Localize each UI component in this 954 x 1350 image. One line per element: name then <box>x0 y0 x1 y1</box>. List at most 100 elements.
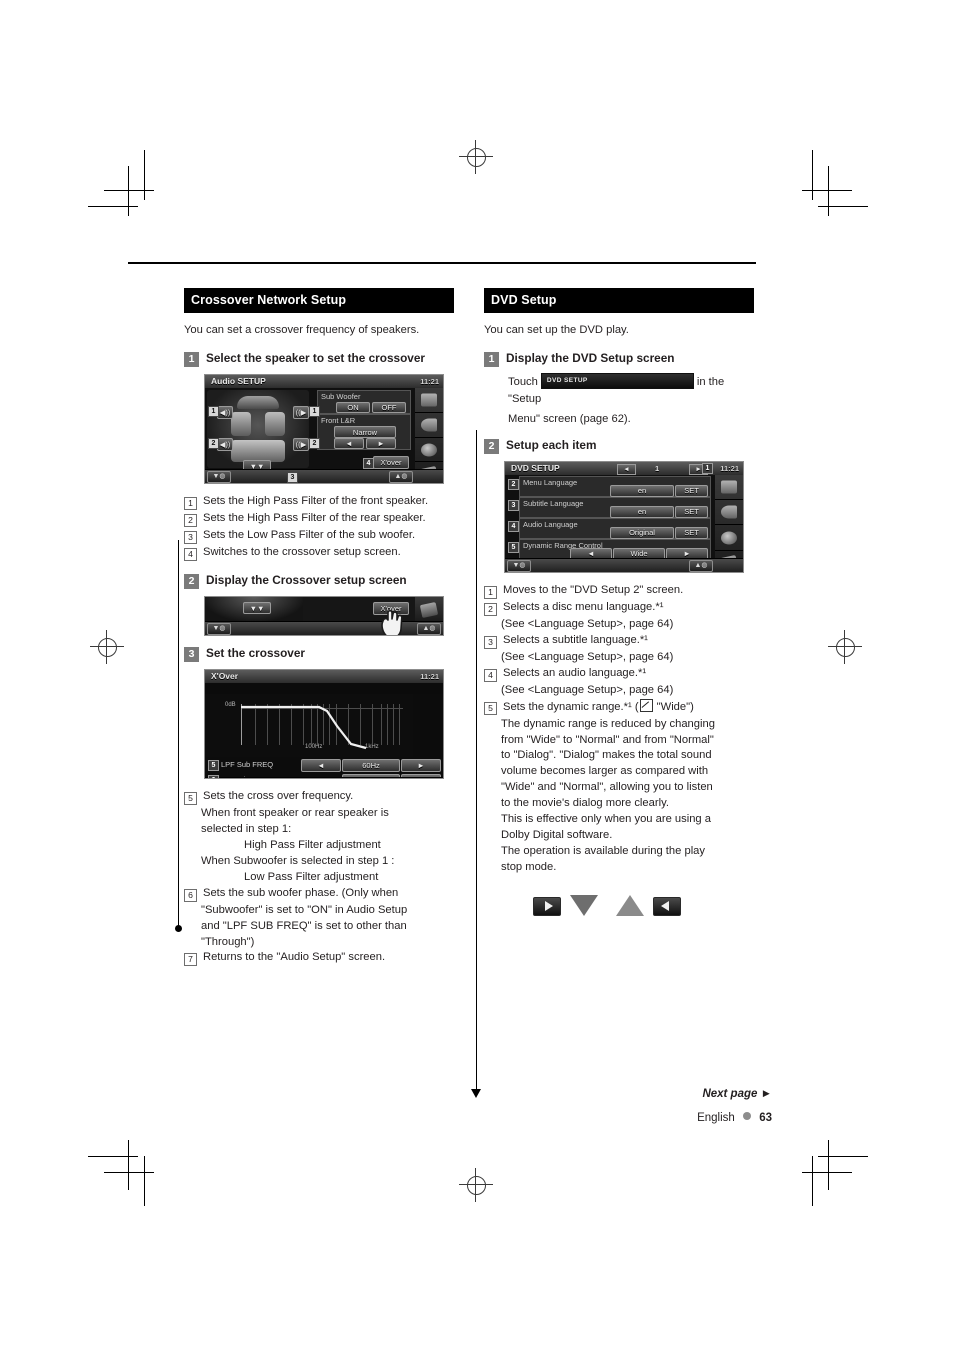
flow-line-left-end-dot <box>175 925 182 932</box>
volume-down-control[interactable]: ▼◍ <box>507 559 531 572</box>
rear-left-speaker-button[interactable]: ◀)) <box>217 438 233 452</box>
footer-page-number: 63 <box>759 1112 772 1124</box>
callout-row: 4 Selects an audio language.*¹ <box>484 666 754 682</box>
menu-language-value-text: en <box>637 486 647 496</box>
rail-icon-equalizer[interactable] <box>715 475 743 501</box>
set-label: SET <box>684 528 699 538</box>
callout-text: Sets the dynamic range.*¹ ( "Wide") <box>503 698 754 716</box>
return-button[interactable]: ↵ <box>405 778 439 779</box>
callout-row: 2 Selects a disc menu language.*¹ <box>484 600 754 616</box>
callout-row: 5 Sets the cross over frequency. <box>184 789 454 806</box>
subtitle-language-row: Subtitle Language en SET <box>519 496 711 518</box>
audio-setup-bottom-bar: ▼◍ ▲◍ <box>205 469 443 484</box>
menu-language-set-button[interactable]: SET <box>675 484 708 497</box>
callout-subline: "Subwoofer" is set to "ON" in Audio Setu… <box>201 903 408 916</box>
step-title: Select the speaker to set the crossover <box>206 351 425 366</box>
flow-line-right <box>476 430 478 1090</box>
callout-subline: When front speaker or rear speaker is <box>201 807 389 820</box>
subwoofer-select-button[interactable]: ▼▼ <box>243 602 271 615</box>
volume-down-control[interactable]: ▼◍ <box>207 623 231 636</box>
menu-language-value: en <box>610 484 674 497</box>
registration-mark-bottom <box>459 1168 493 1202</box>
lpf-sub-freq-decrease-button[interactable]: ◄ <box>301 759 341 773</box>
rear-right-speaker-button[interactable]: ((▶ <box>293 438 309 452</box>
rail-icon-position[interactable] <box>715 500 743 526</box>
dvd-setup-titlebar: DVD SETUP ◄ 1 ► 1 11:21 <box>505 461 743 475</box>
audio-setup-title: Audio SETUP <box>211 376 266 387</box>
front-left-speaker-button[interactable]: ◀)) <box>217 406 233 420</box>
callout-number: 1 <box>484 585 497 599</box>
callout-text: Sets the High Pass Filter of the rear sp… <box>203 512 426 525</box>
pencil-icon <box>639 698 653 712</box>
touch-instruction-prefix: Touch <box>508 376 538 389</box>
dvd-setup-key[interactable]: DVD SETUP <box>540 373 694 390</box>
callout-text: Sets the cross over frequency. <box>203 790 354 803</box>
xover-screenshot: X'Over 11:21 LPF Sub Woofer 0dB 100Hz 1k… <box>204 669 444 780</box>
rail-icon-equalizer[interactable] <box>415 388 443 413</box>
sub-woofer-label: Sub Woofer <box>321 392 361 402</box>
front-right-speaker-button[interactable]: ((▶ <box>293 406 309 420</box>
subtitle-language-set-button[interactable]: SET <box>675 505 708 518</box>
callout-number: 3 <box>184 531 197 545</box>
set-label: SET <box>684 486 699 496</box>
callout-row: 1 Sets the High Pass Filter of the front… <box>184 494 454 511</box>
callout-row: 3 Sets the Low Pass Filter of the sub wo… <box>184 528 454 545</box>
callout-text: Selects an audio language.*¹ <box>503 666 647 679</box>
equalizer-icon <box>721 480 737 494</box>
callout-text: Switches to the crossover setup screen. <box>203 546 401 559</box>
lpf-sub-freq-increase-button[interactable]: ► <box>401 759 441 773</box>
page-nav-left-button[interactable]: ◄ <box>617 462 636 475</box>
front-right-seat <box>265 412 285 437</box>
finger-touch-cursor <box>381 610 403 636</box>
callout-text: Moves to the "DVD Setup 2" screen. <box>503 583 684 596</box>
manual-page: Crossover Network Setup You can set a cr… <box>0 0 954 1350</box>
callout-paragraph-line: from "Wide" to "Normal" and from "Normal… <box>501 733 714 746</box>
rail-icon-car-audio[interactable] <box>415 597 443 624</box>
callout-tag-2: 2 <box>508 478 519 490</box>
volume-up-control[interactable]: ▲◍ <box>689 559 713 572</box>
arrow-right-icon: ► <box>417 761 425 771</box>
flow-line-left <box>178 540 180 928</box>
volume-up-control[interactable]: ▲◍ <box>389 471 413 484</box>
volume-up-control[interactable]: ▲◍ <box>417 623 441 636</box>
callout-row: 3 Selects a subtitle language.*¹ <box>484 633 754 649</box>
callout-paragraph-line: This is effective only when you are usin… <box>501 813 711 826</box>
callout-paragraph-line: The dynamic range is reduced by changing <box>501 717 715 730</box>
rail-icon-speaker[interactable] <box>715 525 743 551</box>
callout-number: 1 <box>184 497 197 511</box>
front-lr-increase-button[interactable]: ► <box>366 438 396 450</box>
front-lr-decrease-button[interactable]: ◄ <box>334 438 364 450</box>
dvd-setup-touch-instruction-line2: Menu" screen (page 62). <box>508 413 631 426</box>
rail-icon-position[interactable] <box>415 413 443 438</box>
step-title: Display the Crossover setup screen <box>206 573 407 588</box>
sub-woofer-on-button[interactable]: ON <box>336 402 370 414</box>
sub-woofer-off-button[interactable]: OFF <box>372 402 406 414</box>
callout-row-dynamic-range: 5 Sets the dynamic range.*¹ ( "Wide") <box>484 698 754 716</box>
rail-icon-speaker[interactable] <box>415 438 443 463</box>
callout-paragraph-line: to "Dialog". "Dialog" makes the total so… <box>501 749 712 762</box>
callout-text: Sets the Low Pass Filter of the sub woof… <box>203 529 416 542</box>
lpf-sub-freq-label: LPF Sub FREQ <box>221 760 274 770</box>
crossover-lead-text: You can set a crossover frequency of spe… <box>184 324 420 336</box>
menu-language-row: Menu Language en SET <box>519 475 711 497</box>
crossover-callout-list-2: 5 Sets the cross over frequency. When fr… <box>184 789 454 967</box>
menu-language-label: Menu Language <box>523 477 578 487</box>
dvd-setup-touch-instruction: Touch DVD SETUP in the "Setup <box>508 373 754 407</box>
front-lr-label: Front L&R <box>321 416 356 426</box>
sub-woofer-off-label: OFF <box>381 403 397 413</box>
xover-button-label: X'over <box>380 458 402 468</box>
subtitle-language-label: Subtitle Language <box>523 498 584 508</box>
xover-button[interactable]: X'over <box>373 456 409 470</box>
callout-tag-1a: 1 <box>208 406 219 418</box>
step-number: 1 <box>484 352 499 368</box>
callout-paragraph-line: "Wide" and "Normal", allowing you to lis… <box>501 781 713 794</box>
step-number: 3 <box>184 647 199 663</box>
audio-language-set-button[interactable]: SET <box>675 526 708 539</box>
xover-title: X'Over <box>211 671 239 682</box>
volume-down-control[interactable]: ▼◍ <box>207 471 231 484</box>
callout-tag-3: 3 <box>287 472 298 484</box>
registration-mark-left <box>90 630 124 664</box>
footer-language: English <box>697 1112 735 1124</box>
speaker-icon <box>721 531 737 545</box>
crossover-button-screenshot: ▼▼ X'over ▼◍ ▲◍ <box>204 596 444 637</box>
